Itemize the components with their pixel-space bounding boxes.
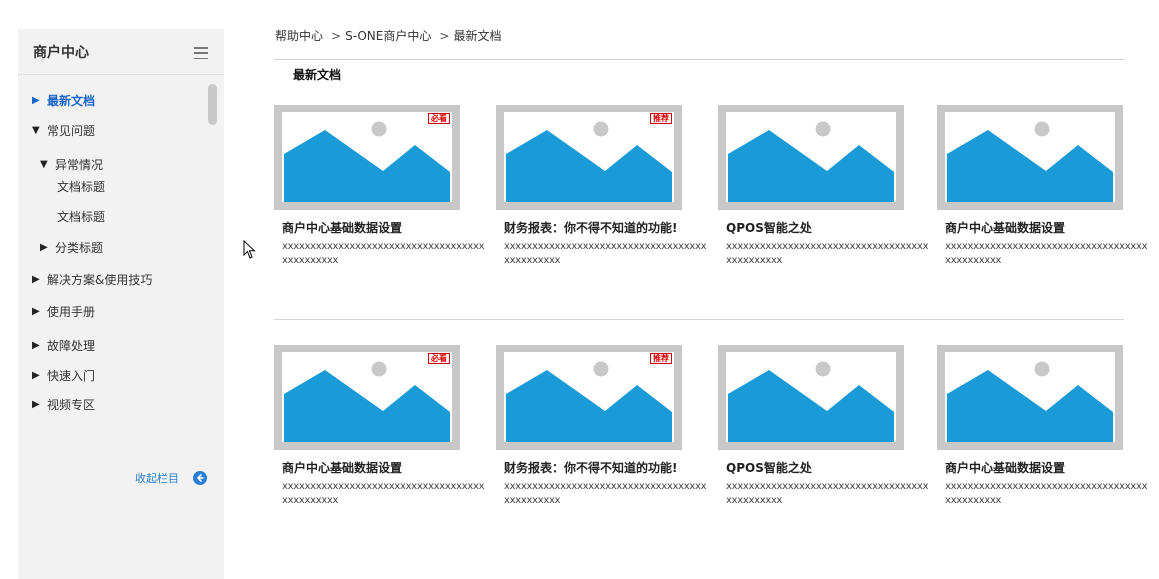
card-title[interactable]: 商户中心基础数据设置 <box>282 459 489 476</box>
card-thumbnail[interactable]: 推荐 <box>496 105 682 210</box>
card-thumbnail[interactable]: 必看 <box>274 345 460 450</box>
arrow-down-icon: ▼ <box>32 125 40 136</box>
sidebar-item-label: 文档标题 <box>57 210 106 224</box>
sidebar-item-solutions[interactable]: ▶ 解决方案&使用技巧 <box>32 271 152 288</box>
breadcrumb-separator: > <box>331 28 342 43</box>
card-description: xxxxxxxxxxxxxxxxxxxxxxxxxxxxxxxxxxxxxxxx… <box>726 481 929 506</box>
card-title[interactable]: QPOS智能之处 <box>726 459 933 476</box>
card-description: xxxxxxxxxxxxxxxxxxxxxxxxxxxxxxxxxxxxxxxx… <box>282 241 485 266</box>
breadcrumb-latest-docs[interactable]: 最新文档 <box>453 27 501 44</box>
sidebar-item-doc-title-1[interactable]: 文档标题 <box>57 178 105 195</box>
card-title[interactable]: 财务报表：你不得不知道的功能! <box>504 459 711 476</box>
arrow-right-icon: ▶ <box>32 274 40 285</box>
image-placeholder-icon: 必看 <box>282 112 452 202</box>
arrow-right-icon: ▶ <box>32 95 40 106</box>
arrow-right-icon: ▶ <box>32 370 40 381</box>
sidebar-item-videos[interactable]: ▶ 视频专区 <box>32 396 95 413</box>
card-thumbnail[interactable] <box>718 345 904 450</box>
card-description: xxxxxxxxxxxxxxxxxxxxxxxxxxxxxxxxxxxxxxxx… <box>726 241 929 266</box>
arrow-right-icon: ▶ <box>32 399 40 410</box>
sidebar-item-troubleshooting[interactable]: ▶ 故障处理 <box>32 337 95 354</box>
sidebar-item-faq[interactable]: ▼ 常见问题 <box>32 122 95 139</box>
sidebar-item-exceptions[interactable]: ▼ 异常情况 <box>40 156 103 173</box>
collapse-sidebar-button[interactable]: 收起栏目 <box>135 470 207 486</box>
arrow-right-icon: ▶ <box>32 306 40 317</box>
sidebar-title: 商户中心 <box>33 44 89 61</box>
sidebar-item-doc-title-2[interactable]: 文档标题 <box>57 208 105 225</box>
sidebar-item-label: 文档标题 <box>57 180 106 194</box>
menu-icon[interactable] <box>194 47 208 59</box>
mouse-cursor-icon <box>243 239 257 263</box>
breadcrumb-sone-merchant-center[interactable]: S-ONE商户中心 <box>345 27 431 44</box>
card-title[interactable]: 商户中心基础数据设置 <box>945 219 1152 236</box>
collapse-arrow-left-icon <box>193 471 207 485</box>
card-badge: 必看 <box>428 353 450 364</box>
image-placeholder-icon <box>726 112 896 202</box>
document-card[interactable]: 商户中心基础数据设置 xxxxxxxxxxxxxxxxxxxxxxxxxxxxxx… <box>937 105 1152 268</box>
card-description: xxxxxxxxxxxxxxxxxxxxxxxxxxxxxxxxxxxxxxxx… <box>504 481 707 506</box>
breadcrumb-help-center[interactable]: 帮助中心 <box>275 27 323 44</box>
document-card[interactable]: QPOS智能之处 xxxxxxxxxxxxxxxxxxxxxxxxxxxxxxxx… <box>718 105 933 268</box>
breadcrumb: 帮助中心 > S-ONE商户中心 > 最新文档 <box>275 27 501 44</box>
card-thumbnail[interactable]: 推荐 <box>496 345 682 450</box>
document-card[interactable]: 推荐财务报表：你不得不知道的功能! xxxxxxxxxxxxxxxxxxxxxxx… <box>496 345 711 508</box>
card-thumbnail[interactable] <box>937 105 1123 210</box>
card-description: xxxxxxxxxxxxxxxxxxxxxxxxxxxxxxxxxxxxxxxx… <box>945 481 1148 506</box>
sidebar-item-label: 异常情况 <box>55 158 104 172</box>
sidebar-item-manual[interactable]: ▶ 使用手册 <box>32 303 95 320</box>
image-placeholder-icon <box>726 352 896 442</box>
arrow-right-icon: ▶ <box>32 340 40 351</box>
document-card[interactable]: 必看商户中心基础数据设置 xxxxxxxxxxxxxxxxxxxxxxxxxxxx… <box>274 345 489 508</box>
arrow-down-icon: ▼ <box>40 159 48 170</box>
sidebar-item-label: 常见问题 <box>47 124 96 138</box>
divider <box>274 319 1124 320</box>
document-card[interactable]: 必看商户中心基础数据设置 xxxxxxxxxxxxxxxxxxxxxxxxxxxx… <box>274 105 489 268</box>
image-placeholder-icon <box>945 112 1115 202</box>
image-placeholder-icon: 推荐 <box>504 112 674 202</box>
sidebar-item-label: 解决方案&使用技巧 <box>47 273 153 287</box>
card-title[interactable]: 商户中心基础数据设置 <box>282 219 489 236</box>
card-description: xxxxxxxxxxxxxxxxxxxxxxxxxxxxxxxxxxxxxxxx… <box>504 241 707 266</box>
card-thumbnail[interactable]: 必看 <box>274 105 460 210</box>
image-placeholder-icon: 必看 <box>282 352 452 442</box>
image-placeholder-icon <box>945 352 1115 442</box>
sidebar-header: 商户中心 <box>18 29 224 75</box>
card-description: xxxxxxxxxxxxxxxxxxxxxxxxxxxxxxxxxxxxxxxx… <box>945 241 1148 266</box>
sidebar-item-latest-docs[interactable]: ▶ 最新文档 <box>32 92 95 109</box>
card-thumbnail[interactable] <box>718 105 904 210</box>
card-title[interactable]: 商户中心基础数据设置 <box>945 459 1152 476</box>
card-badge: 推荐 <box>650 113 672 124</box>
card-title[interactable]: QPOS智能之处 <box>726 219 933 236</box>
sidebar-item-quickstart[interactable]: ▶ 快速入门 <box>32 367 95 384</box>
document-card[interactable]: QPOS智能之处 xxxxxxxxxxxxxxxxxxxxxxxxxxxxxxxx… <box>718 345 933 508</box>
sidebar-item-label: 分类标题 <box>55 241 104 255</box>
sidebar: 商户中心 ▶ 最新文档 ▼ 常见问题 ▼ 异常情况 文档标题 文档标题 ▶ 分类… <box>18 29 224 579</box>
sidebar-scrollbar[interactable] <box>208 84 217 125</box>
sidebar-item-category[interactable]: ▶ 分类标题 <box>40 239 103 256</box>
breadcrumb-separator: > <box>439 28 450 43</box>
card-badge: 推荐 <box>650 353 672 364</box>
sidebar-item-label: 快速入门 <box>47 369 96 383</box>
card-thumbnail[interactable] <box>937 345 1123 450</box>
card-title[interactable]: 财务报表：你不得不知道的功能! <box>504 219 711 236</box>
document-card[interactable]: 推荐财务报表：你不得不知道的功能! xxxxxxxxxxxxxxxxxxxxxxx… <box>496 105 711 268</box>
card-badge: 必看 <box>428 113 450 124</box>
collapse-sidebar-label: 收起栏目 <box>135 472 179 485</box>
section-title: 最新文档 <box>293 68 342 82</box>
sidebar-item-label: 视频专区 <box>47 398 96 412</box>
document-card[interactable]: 商户中心基础数据设置 xxxxxxxxxxxxxxxxxxxxxxxxxxxxxx… <box>937 345 1152 508</box>
card-description: xxxxxxxxxxxxxxxxxxxxxxxxxxxxxxxxxxxxxxxx… <box>282 481 485 506</box>
sidebar-item-label: 故障处理 <box>47 339 96 353</box>
sidebar-item-label: 最新文档 <box>47 94 96 108</box>
sidebar-item-label: 使用手册 <box>47 305 96 319</box>
image-placeholder-icon: 推荐 <box>504 352 674 442</box>
arrow-right-icon: ▶ <box>40 242 48 253</box>
divider <box>274 59 1124 60</box>
